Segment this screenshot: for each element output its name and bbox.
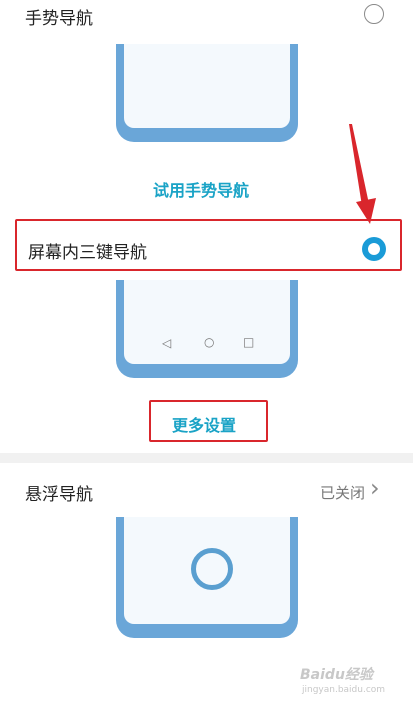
chevron-right-icon: ›: [370, 474, 380, 502]
three-key-nav-radio[interactable]: [362, 237, 386, 261]
more-settings-link[interactable]: 更多设置: [172, 412, 236, 436]
three-key-nav-title[interactable]: 屏幕内三键导航: [28, 238, 147, 263]
floating-nav-title[interactable]: 悬浮导航: [25, 480, 93, 505]
watermark-logo: Baidu经验: [300, 667, 373, 683]
floating-nav-illustration: [116, 517, 298, 638]
annotation-arrow: [349, 124, 376, 224]
section-divider: [0, 453, 413, 463]
three-key-nav-illustration: ◁ ○ □: [116, 280, 298, 378]
recents-key-icon: □: [243, 335, 255, 349]
watermark-url: jingyan.baidu.com: [302, 685, 386, 695]
gesture-nav-title: 手势导航: [25, 9, 93, 29]
floating-button-icon: [191, 548, 233, 590]
gesture-nav-illustration: [116, 44, 298, 142]
gesture-nav-radio[interactable]: [364, 4, 384, 24]
back-key-icon: ◁: [162, 336, 172, 350]
floating-nav-status[interactable]: 已关闭: [320, 482, 365, 503]
home-key-icon: ○: [204, 335, 215, 349]
try-gesture-nav-link[interactable]: 试用手势导航: [153, 177, 249, 201]
